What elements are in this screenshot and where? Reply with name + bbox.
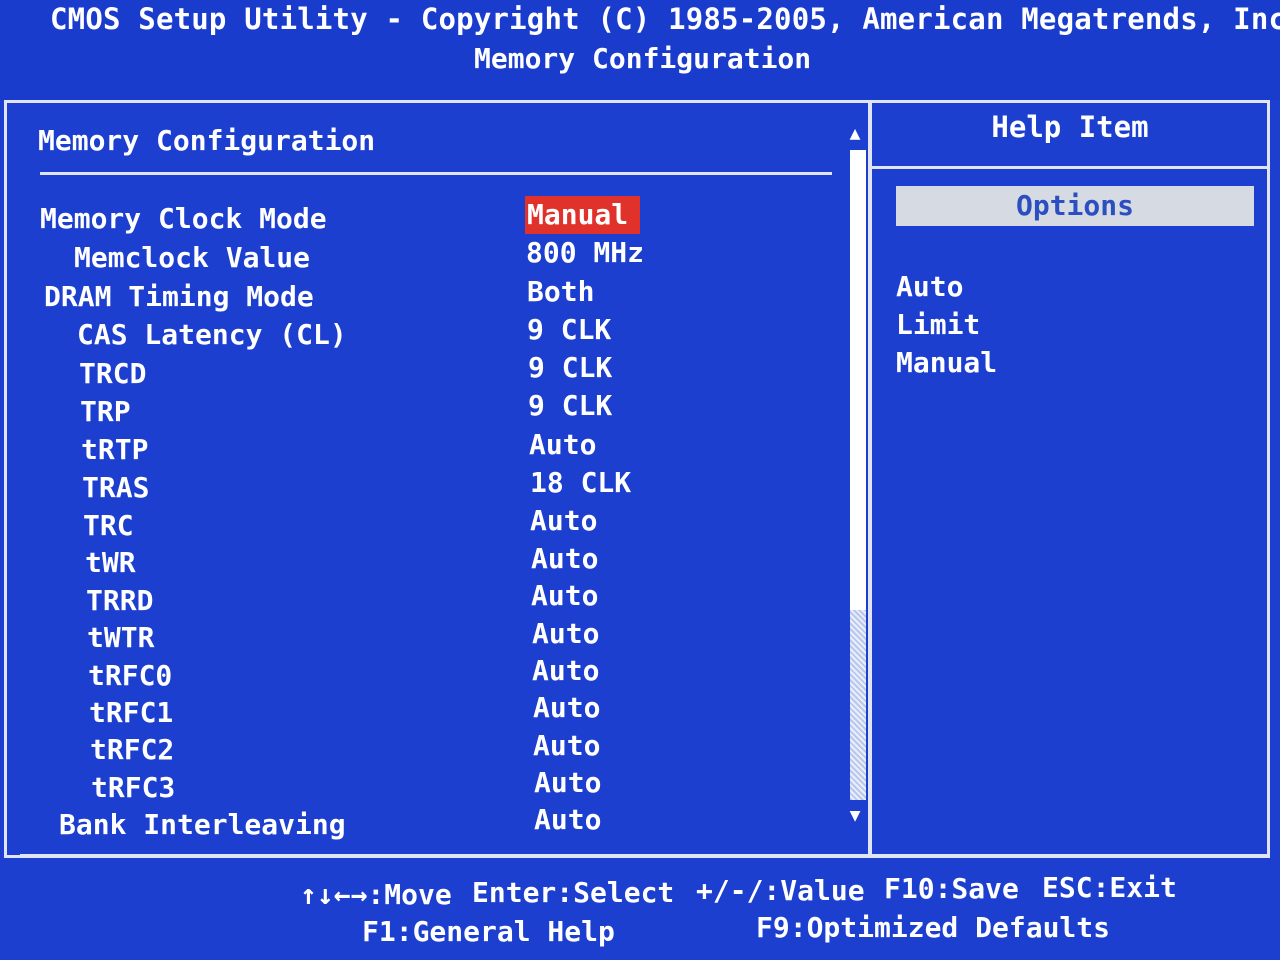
scroll-up-icon[interactable]: ▲ (847, 124, 863, 144)
help-option-limit: Limit (896, 308, 981, 341)
setting-label-memory-clock-mode[interactable]: Memory Clock Mode (40, 202, 327, 235)
setting-label-trcd[interactable]: TRCD (79, 357, 146, 390)
setting-value-trfc2[interactable]: Auto (533, 729, 600, 762)
setting-label-tras[interactable]: TRAS (82, 471, 149, 504)
help-option-manual: Manual (896, 346, 998, 379)
setting-value-tras[interactable]: 18 CLK (530, 466, 631, 499)
setting-value-trc[interactable]: Auto (530, 504, 597, 537)
help-options-header: Options (896, 186, 1254, 226)
setting-label-trc[interactable]: TRC (83, 509, 134, 542)
setting-value-trfc3[interactable]: Auto (534, 766, 601, 799)
setting-label-twtr[interactable]: tWTR (87, 621, 154, 654)
scroll-down-icon[interactable]: ▼ (847, 806, 863, 826)
setting-value-trtp[interactable]: Auto (529, 428, 596, 461)
footer-move-hint: ↑↓←→:Move (300, 878, 452, 911)
setting-value-dram-timing-mode[interactable]: Both (527, 275, 594, 308)
footer-value-hint: +/-/:Value (696, 874, 865, 907)
scrollbar-thumb[interactable] (850, 610, 866, 800)
help-title-rule (872, 166, 1270, 169)
section-title-rule (40, 172, 832, 175)
section-title: Memory Configuration (38, 124, 376, 157)
setting-value-memory-clock-mode[interactable]: Manual (525, 196, 641, 234)
footer-general-help-hint: F1:General Help (362, 915, 615, 948)
setting-label-dram-timing-mode[interactable]: DRAM Timing Mode (44, 280, 314, 313)
help-option-auto: Auto (896, 270, 964, 303)
setting-label-memclock-value[interactable]: Memclock Value (74, 241, 310, 274)
setting-value-cas-latency[interactable]: 9 CLK (527, 313, 611, 346)
setting-label-twr[interactable]: tWR (85, 546, 136, 579)
setting-value-trrd[interactable]: Auto (531, 579, 598, 612)
panel-divider (868, 100, 872, 858)
setting-value-twr[interactable]: Auto (531, 542, 598, 575)
setting-value-trfc1[interactable]: Auto (533, 691, 600, 724)
setting-value-trp[interactable]: 9 CLK (528, 389, 612, 422)
setting-label-trtp[interactable]: tRTP (81, 433, 148, 466)
setting-value-memclock-value[interactable]: 800 MHz (526, 236, 644, 269)
setting-label-trrd[interactable]: TRRD (86, 584, 153, 617)
setting-label-trfc2[interactable]: tRFC2 (90, 733, 174, 766)
setting-value-trfc0[interactable]: Auto (532, 654, 599, 687)
footer-rule (20, 854, 1270, 857)
help-title: Help Item (991, 110, 1149, 144)
setting-label-trfc3[interactable]: tRFC3 (91, 771, 175, 804)
setting-label-trfc1[interactable]: tRFC1 (89, 696, 173, 729)
setting-label-trfc0[interactable]: tRFC0 (88, 659, 172, 692)
setting-label-trp[interactable]: TRP (80, 395, 131, 428)
setting-value-bank-interleaving[interactable]: Auto (534, 803, 601, 836)
bios-title: CMOS Setup Utility - Copyright (C) 1985-… (50, 2, 1280, 36)
footer-defaults-hint: F9:Optimized Defaults (756, 911, 1111, 944)
setting-value-trcd[interactable]: 9 CLK (528, 351, 612, 384)
setting-label-bank-interleaving[interactable]: Bank Interleaving (59, 808, 346, 841)
footer-select-hint: Enter:Select (472, 876, 675, 909)
setting-label-cas-latency[interactable]: CAS Latency (CL) (77, 318, 347, 351)
footer-save-hint: F10:Save (884, 872, 1019, 905)
setting-value-twtr[interactable]: Auto (532, 617, 599, 650)
page-title: Memory Configuration (474, 42, 812, 75)
footer-exit-hint: ESC:Exit (1042, 871, 1177, 904)
